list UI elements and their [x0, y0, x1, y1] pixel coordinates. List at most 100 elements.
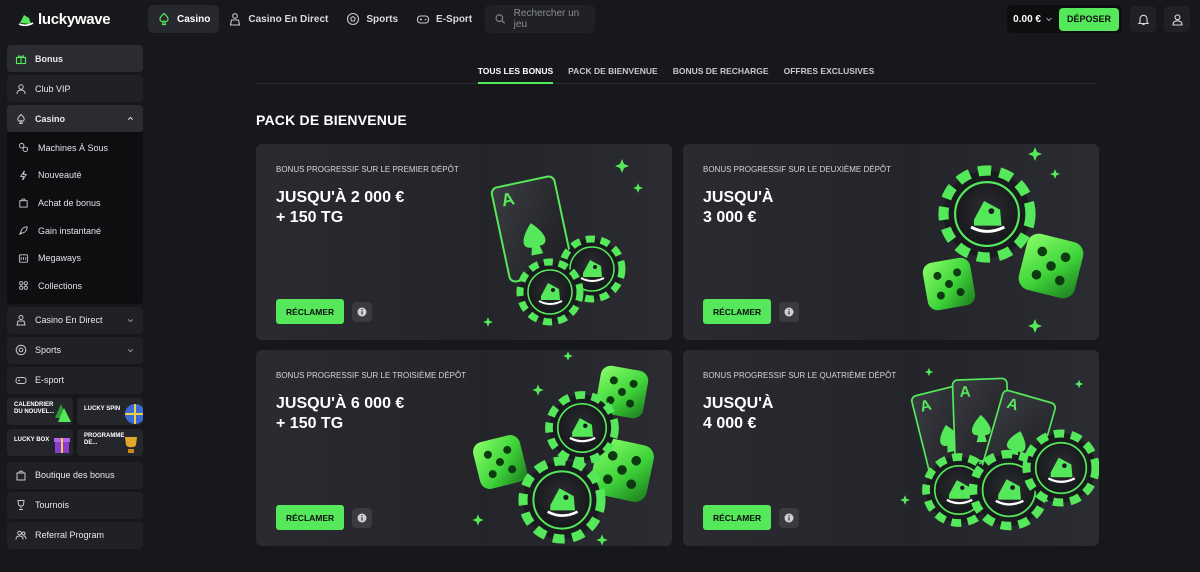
sidebar-item-sports[interactable]: Sports	[7, 336, 143, 364]
chevron-down-icon	[127, 318, 134, 322]
promo-tiles: CALENDRIER DU NOUVEL... LUCKY SPIN LUCKY…	[7, 397, 143, 456]
claim-button[interactable]: RÉCLAMER	[276, 505, 345, 530]
sidebar-item-label: Casino	[35, 113, 66, 124]
user-icon	[1171, 13, 1183, 26]
sub-item-label: Nouveauté	[38, 170, 82, 181]
shopping-bag-icon	[16, 470, 26, 481]
sub-item-label: Achat de bonus	[38, 197, 101, 208]
card-subtitle: BONUS PROGRESSIF SUR LE QUATRIÈME DÉPÔT	[703, 371, 897, 380]
logo-icon	[18, 15, 34, 27]
bonus-card-third-deposit: BONUS PROGRESSIF SUR LE TROISIÈME DÉPÔT …	[256, 350, 672, 546]
deposit-button[interactable]: DÉPOSER	[1058, 7, 1119, 31]
info-button[interactable]	[779, 508, 799, 528]
main-content: TOUS LES BONUS PACK DE BIENVENUE BONUS D…	[150, 38, 1200, 572]
nav-live-casino[interactable]: Casino En Direct	[219, 5, 337, 33]
sidebar-item-new[interactable]: Nouveauté	[7, 162, 143, 190]
nav-label: E-Sport	[436, 13, 473, 25]
search-icon	[495, 14, 506, 24]
sidebar-item-bonus-buy[interactable]: Achat de bonus	[7, 189, 143, 217]
promo-lucky-spin[interactable]: LUCKY SPIN	[77, 397, 143, 425]
sidebar-item-instant-win[interactable]: Gain instantané	[7, 217, 143, 245]
dice-and-chips-illustration	[470, 351, 657, 546]
sidebar-item-vip[interactable]: Club VIP	[7, 75, 143, 102]
football-icon	[15, 344, 27, 356]
gift-box-icon	[54, 437, 70, 453]
calendar-art-icon	[55, 403, 71, 422]
sub-item-label: Collections	[38, 280, 83, 291]
sidebar-item-tournaments[interactable]: Tournois	[7, 491, 143, 519]
chevron-down-icon	[1046, 17, 1052, 22]
nav-sports[interactable]: Sports	[337, 5, 407, 33]
sub-item-label: Megaways	[38, 253, 82, 264]
vip-user-icon	[16, 83, 26, 94]
sidebar-item-label: Referral Program	[35, 530, 105, 541]
balance-dropdown[interactable]: 0.00 €	[1013, 14, 1053, 25]
rocket-icon	[18, 226, 28, 236]
promo-lucky-box[interactable]: LUCKY BOX	[7, 428, 73, 456]
trophy-icon	[17, 500, 25, 511]
logo[interactable]: luckywave	[18, 11, 138, 28]
info-button[interactable]	[779, 302, 799, 322]
dealer-icon	[16, 315, 26, 326]
top-bar: luckywave Casino Casino En Direct Sports…	[0, 0, 1200, 38]
sidebar-item-collections[interactable]: Collections	[7, 272, 143, 300]
megaways-icon	[18, 254, 29, 263]
card-subtitle: BONUS PROGRESSIF SUR LE DEUXIÈME DÉPÔT	[703, 165, 892, 174]
profile-button[interactable]	[1164, 6, 1190, 32]
promo-loyalty-program[interactable]: PROGRAMME DE...	[77, 428, 143, 456]
info-icon	[357, 307, 367, 317]
gift-icon	[15, 54, 27, 64]
lightning-icon	[19, 170, 28, 181]
tab-welcome-pack[interactable]: PACK DE BIENVENUE	[568, 60, 658, 84]
main-nav: Casino Casino En Direct Sports E-Sport R…	[148, 0, 596, 38]
sub-item-label: Machines À Sous	[38, 142, 109, 153]
casino-submenu: Machines À Sous Nouveauté Achat de bonus…	[7, 132, 143, 304]
tab-all-bonuses[interactable]: TOUS LES BONUS	[477, 60, 554, 84]
sidebar-item-esport[interactable]: E-sport	[7, 366, 143, 394]
info-button[interactable]	[352, 508, 372, 528]
sidebar-item-bonus-shop[interactable]: Boutique des bonus	[7, 461, 143, 489]
info-button[interactable]	[352, 302, 372, 322]
card-subtitle: BONUS PROGRESSIF SUR LE PREMIER DÉPÔT	[276, 165, 459, 174]
bonus-tabs: TOUS LES BONUS PACK DE BIENVENUE BONUS D…	[256, 60, 1096, 84]
cards-and-chips-illustration	[483, 159, 643, 327]
wallet: 0.00 € DÉPOSER	[1007, 5, 1122, 33]
sidebar-item-label: Club VIP	[35, 83, 71, 94]
claim-button[interactable]: RÉCLAMER	[703, 505, 772, 530]
users-icon	[15, 530, 27, 540]
sidebar-item-label: Sports	[35, 345, 62, 356]
sidebar-item-casino[interactable]: Casino	[7, 105, 143, 132]
info-icon	[784, 513, 794, 523]
sidebar-item-label: Bonus	[35, 53, 63, 64]
sidebar-item-bonus[interactable]: Bonus	[7, 45, 143, 72]
notifications-button[interactable]	[1130, 6, 1156, 32]
dice-and-chip-illustration	[921, 147, 1086, 333]
sub-item-label: Gain instantané	[38, 225, 102, 236]
gamepad-icon	[416, 15, 430, 24]
sidebar-item-label: Tournois	[35, 500, 70, 511]
sidebar-item-slots[interactable]: Machines À Sous	[7, 134, 143, 162]
tab-reload-bonus[interactable]: BONUS DE RECHARGE	[673, 60, 769, 84]
bonus-card-second-deposit: BONUS PROGRESSIF SUR LE DEUXIÈME DÉPÔT J…	[683, 144, 1099, 340]
nav-label: Casino	[177, 13, 211, 25]
sidebar-item-referral[interactable]: Referral Program	[7, 521, 143, 549]
sidebar-item-label: Casino En Direct	[35, 315, 103, 326]
promo-label: PROGRAMME DE...	[84, 432, 125, 446]
nav-esport[interactable]: E-Sport	[407, 5, 481, 33]
grid-icon	[19, 281, 28, 291]
tab-exclusive-offers[interactable]: OFFRES EXCLUSIVES	[784, 60, 875, 84]
sidebar-item-live-casino[interactable]: Casino En Direct	[7, 306, 143, 334]
sidebar: Bonus Club VIP Casino Machines À Sous No…	[0, 38, 150, 572]
sidebar-item-label: E-sport	[35, 375, 65, 386]
promo-new-year-calendar[interactable]: CALENDRIER DU NOUVEL...	[7, 397, 73, 425]
gamepad-icon	[15, 377, 27, 385]
nav-casino[interactable]: Casino	[148, 5, 220, 33]
sidebar-item-label: Boutique des bonus	[35, 470, 115, 481]
trophy-icon	[125, 436, 137, 453]
claim-button[interactable]: RÉCLAMER	[276, 299, 345, 324]
search-input[interactable]: Rechercher un jeu	[485, 5, 596, 33]
info-icon	[357, 513, 367, 523]
sidebar-item-megaways[interactable]: Megaways	[7, 244, 143, 272]
claim-button[interactable]: RÉCLAMER	[703, 299, 772, 324]
card-subtitle: BONUS PROGRESSIF SUR LE TROISIÈME DÉPÔT	[276, 371, 467, 380]
